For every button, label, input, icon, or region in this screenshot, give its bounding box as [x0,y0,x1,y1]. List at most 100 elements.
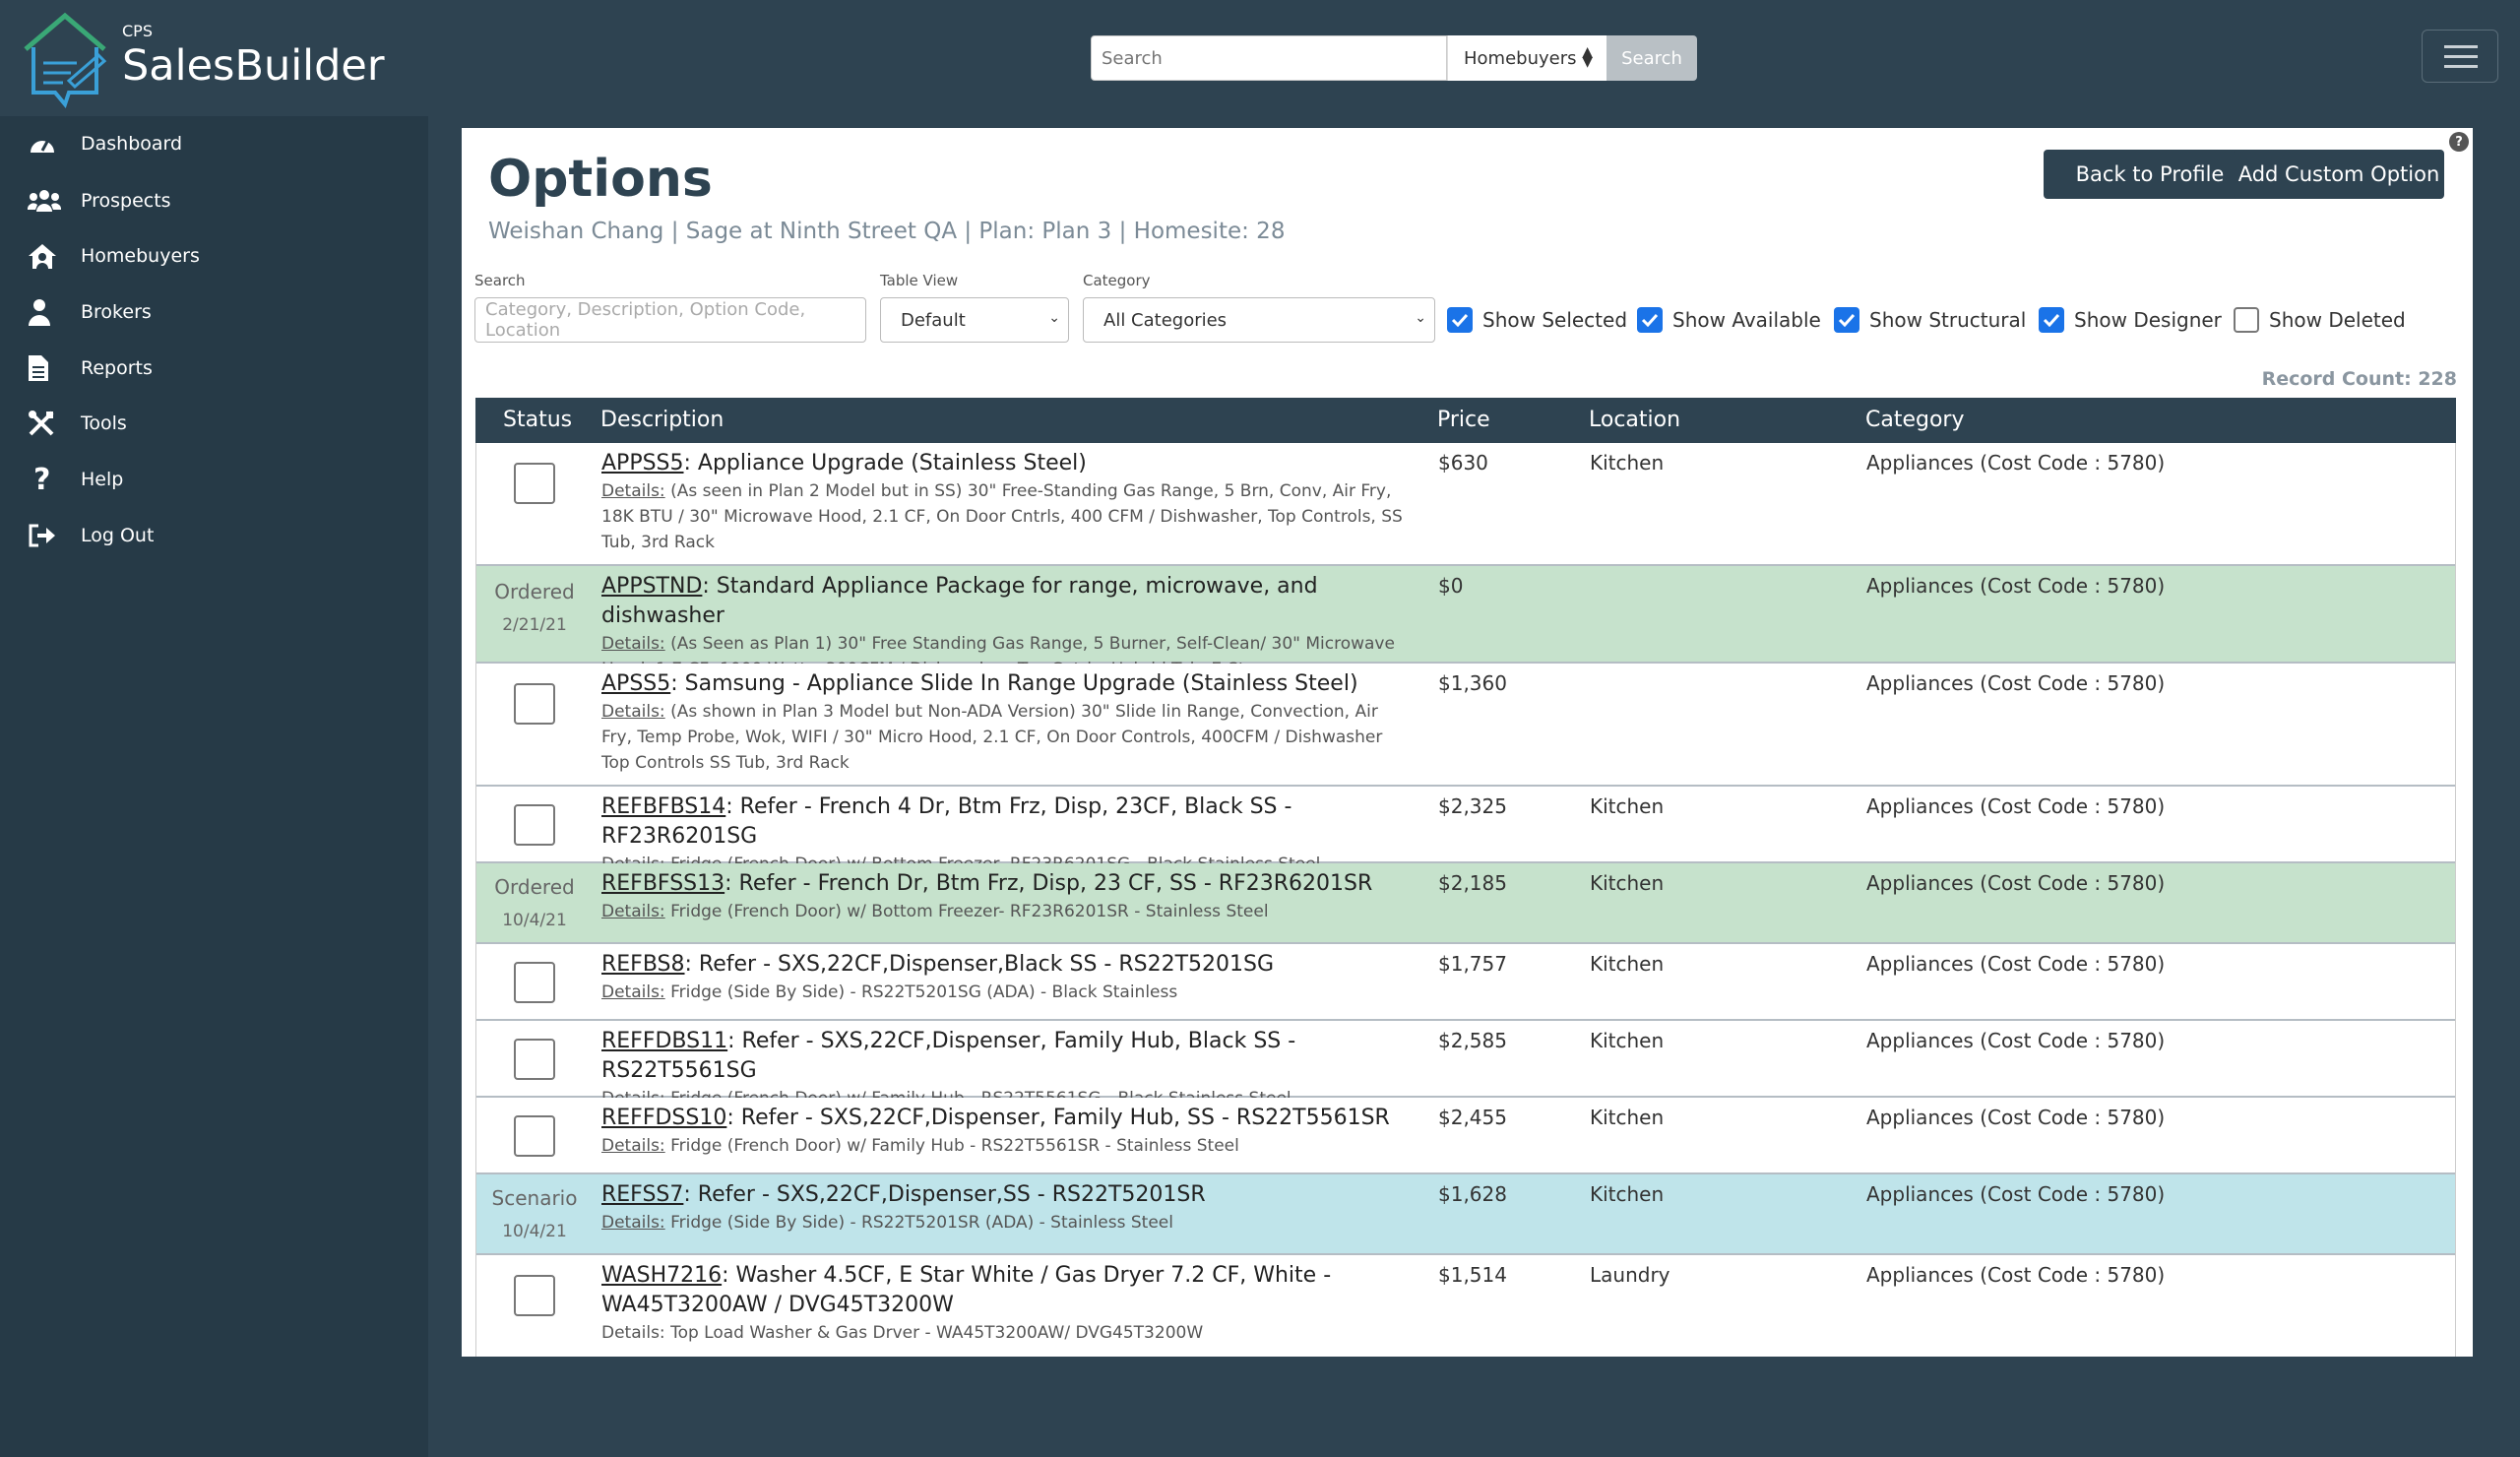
row-details: Details: Fridge (French Door) w/ Family … [601,1133,1409,1159]
table-row[interactable]: REFBFBS14: Refer - French 4 Dr, Btm Frz,… [476,787,2456,863]
sidebar-item-reports[interactable]: Reports [28,348,153,388]
price-cell: $1,360 [1438,671,1507,695]
options-table-body: APPSS5: Appliance Upgrade (Stainless Ste… [475,443,2456,1357]
users-icon [28,185,65,217]
hamburger-line [2444,55,2478,58]
select-option-checkbox[interactable] [514,683,555,725]
sidebar-item-prospects[interactable]: Prospects [28,181,171,221]
status-cell: Ordered 10/4/21 [476,875,593,930]
show-selected-checkbox[interactable]: Show Selected [1447,305,1627,335]
table-row[interactable]: Ordered 2/21/21 APPSTND: Standard Applia… [476,566,2456,664]
table-row[interactable]: Ordered 10/4/21 REFBFSS13: Refer - Frenc… [476,863,2456,944]
row-details: Details: (As seen in Plan 2 Model but in… [601,478,1409,555]
option-code-link[interactable]: REFSS7 [601,1182,683,1207]
row-description: APSS5: Samsung - Appliance Slide In Rang… [601,669,1409,776]
salesbuilder-logo[interactable]: CPS SalesBuilder [20,10,364,108]
select-option-checkbox[interactable] [514,1115,555,1157]
checkbox-label: Show Designer [2074,308,2222,332]
category-select[interactable]: All Categories ⌄ [1083,297,1435,343]
global-search-input[interactable] [1091,35,1447,81]
select-option-checkbox[interactable] [514,463,555,504]
location-cell: Kitchen [1590,1182,1664,1206]
table-row[interactable]: APSS5: Samsung - Appliance Slide In Rang… [476,664,2456,787]
back-to-profile-button[interactable]: Back to Profile [2044,150,2256,199]
select-option-checkbox[interactable] [514,1039,555,1080]
sidebar-item-label: Homebuyers [81,245,200,267]
price-cell: $2,325 [1438,794,1507,818]
option-code-link[interactable]: REFFDSS10 [601,1106,726,1130]
add-custom-option-button[interactable]: Add Custom Option [2234,150,2444,199]
sidebar-item-help[interactable]: ? Help [28,460,123,499]
search-filter-input[interactable]: Category, Description, Option Code, Loca… [474,297,866,343]
column-header-status[interactable]: Status [503,408,572,432]
category-cell: Appliances (Cost Code : 5780) [1866,794,2165,818]
sidebar-item-logout[interactable]: Log Out [28,516,154,555]
option-code-link[interactable]: APPSTND [601,574,702,599]
option-code-link[interactable]: REFBS8 [601,952,685,977]
select-option-checkbox[interactable] [514,804,555,846]
show-deleted-checkbox[interactable]: Show Deleted [2234,305,2406,335]
row-details: Details: Fridge (French Door) w/ Bottom … [601,899,1409,924]
show-designer-checkbox[interactable]: Show Designer [2039,305,2222,335]
sidebar-item-label: Dashboard [81,133,182,155]
column-header-category[interactable]: Category [1865,408,1965,432]
details-label: Details: [601,902,665,921]
row-description: REFBFSS13: Refer - French Dr, Btm Frz, D… [601,869,1409,924]
option-code-link[interactable]: REFBFSS13 [601,871,724,896]
select-option-checkbox[interactable] [514,1275,555,1316]
price-cell: $1,628 [1438,1182,1507,1206]
sidebar-item-tools[interactable]: Tools [28,404,127,443]
sidebar-item-brokers[interactable]: Brokers [28,292,152,332]
row-title: REFFDBS11: Refer - SXS,22CF,Dispenser, F… [601,1027,1409,1086]
select-arrows-icon: ▲▼ [1582,47,1593,67]
question-icon: ? [28,464,65,495]
category-cell: Appliances (Cost Code : 5780) [1866,1182,2165,1206]
option-code-link[interactable]: APSS5 [601,671,670,696]
category-cell: Appliances (Cost Code : 5780) [1866,574,2165,598]
column-header-description[interactable]: Description [600,408,724,432]
checkbox-label: Show Available [1672,308,1821,332]
chevron-down-icon: ⌄ [1048,310,1060,326]
row-details: Details: Fridge (Side By Side) - RS22T52… [601,1210,1409,1235]
table-row[interactable]: WASH7216: Washer 4.5CF, E Star White / G… [476,1255,2456,1357]
checkbox-label: Show Selected [1482,308,1627,332]
hamburger-menu-button[interactable] [2422,30,2498,83]
search-scope-select[interactable]: Homebuyers ▲▼ [1447,35,1606,81]
sidebar-item-label: Prospects [81,190,171,212]
row-details: Details: (As shown in Plan 3 Model but N… [601,699,1409,776]
option-details: Fridge (Side By Side) - RS22T5201SG (ADA… [665,982,1178,1002]
option-details: Fridge (French Door) w/ Bottom Freezer- … [665,902,1269,921]
table-row[interactable]: REFFDBS11: Refer - SXS,22CF,Dispenser, F… [476,1021,2456,1098]
brand-name: SalesBuilder [122,41,385,91]
status-cell: Ordered 2/21/21 [476,580,593,635]
table-row[interactable]: REFBS8: Refer - SXS,22CF,Dispenser,Black… [476,944,2456,1021]
checkbox-checked-icon [1834,307,1859,333]
column-header-location[interactable]: Location [1589,408,1680,432]
details-label: Details: [601,481,665,501]
table-row[interactable]: APPSS5: Appliance Upgrade (Stainless Ste… [476,443,2456,566]
option-code-link[interactable]: REFFDBS11 [601,1029,727,1053]
table-row[interactable]: Scenario 10/4/21 REFSS7: Refer - SXS,22C… [476,1174,2456,1255]
home-user-icon [28,240,65,272]
show-structural-checkbox[interactable]: Show Structural [1834,305,2026,335]
option-code-link[interactable]: WASH7216 [601,1263,722,1288]
option-code-link[interactable]: REFBFBS14 [601,794,725,819]
sidebar-item-dashboard[interactable]: Dashboard [28,124,182,163]
column-header-price[interactable]: Price [1437,408,1490,432]
sidebar-item-homebuyers[interactable]: Homebuyers [28,236,200,276]
location-cell: Kitchen [1590,1029,1664,1052]
help-icon[interactable]: ? [2449,132,2469,152]
row-description: WASH7216: Washer 4.5CF, E Star White / G… [601,1261,1409,1346]
row-title: REFBFSS13: Refer - French Dr, Btm Frz, D… [601,869,1409,899]
category-cell: Appliances (Cost Code : 5780) [1866,671,2165,695]
checkbox-label: Show Structural [1869,308,2026,332]
table-view-select[interactable]: Default ⌄ [880,297,1069,343]
select-option-checkbox[interactable] [514,962,555,1003]
show-available-checkbox[interactable]: Show Available [1637,305,1821,335]
search-button[interactable]: Search [1606,35,1697,81]
status-date: 2/21/21 [476,615,593,635]
report-icon [28,352,65,384]
dashboard-icon [28,128,65,159]
table-row[interactable]: REFFDSS10: Refer - SXS,22CF,Dispenser, F… [476,1098,2456,1174]
option-code-link[interactable]: APPSS5 [601,451,684,475]
